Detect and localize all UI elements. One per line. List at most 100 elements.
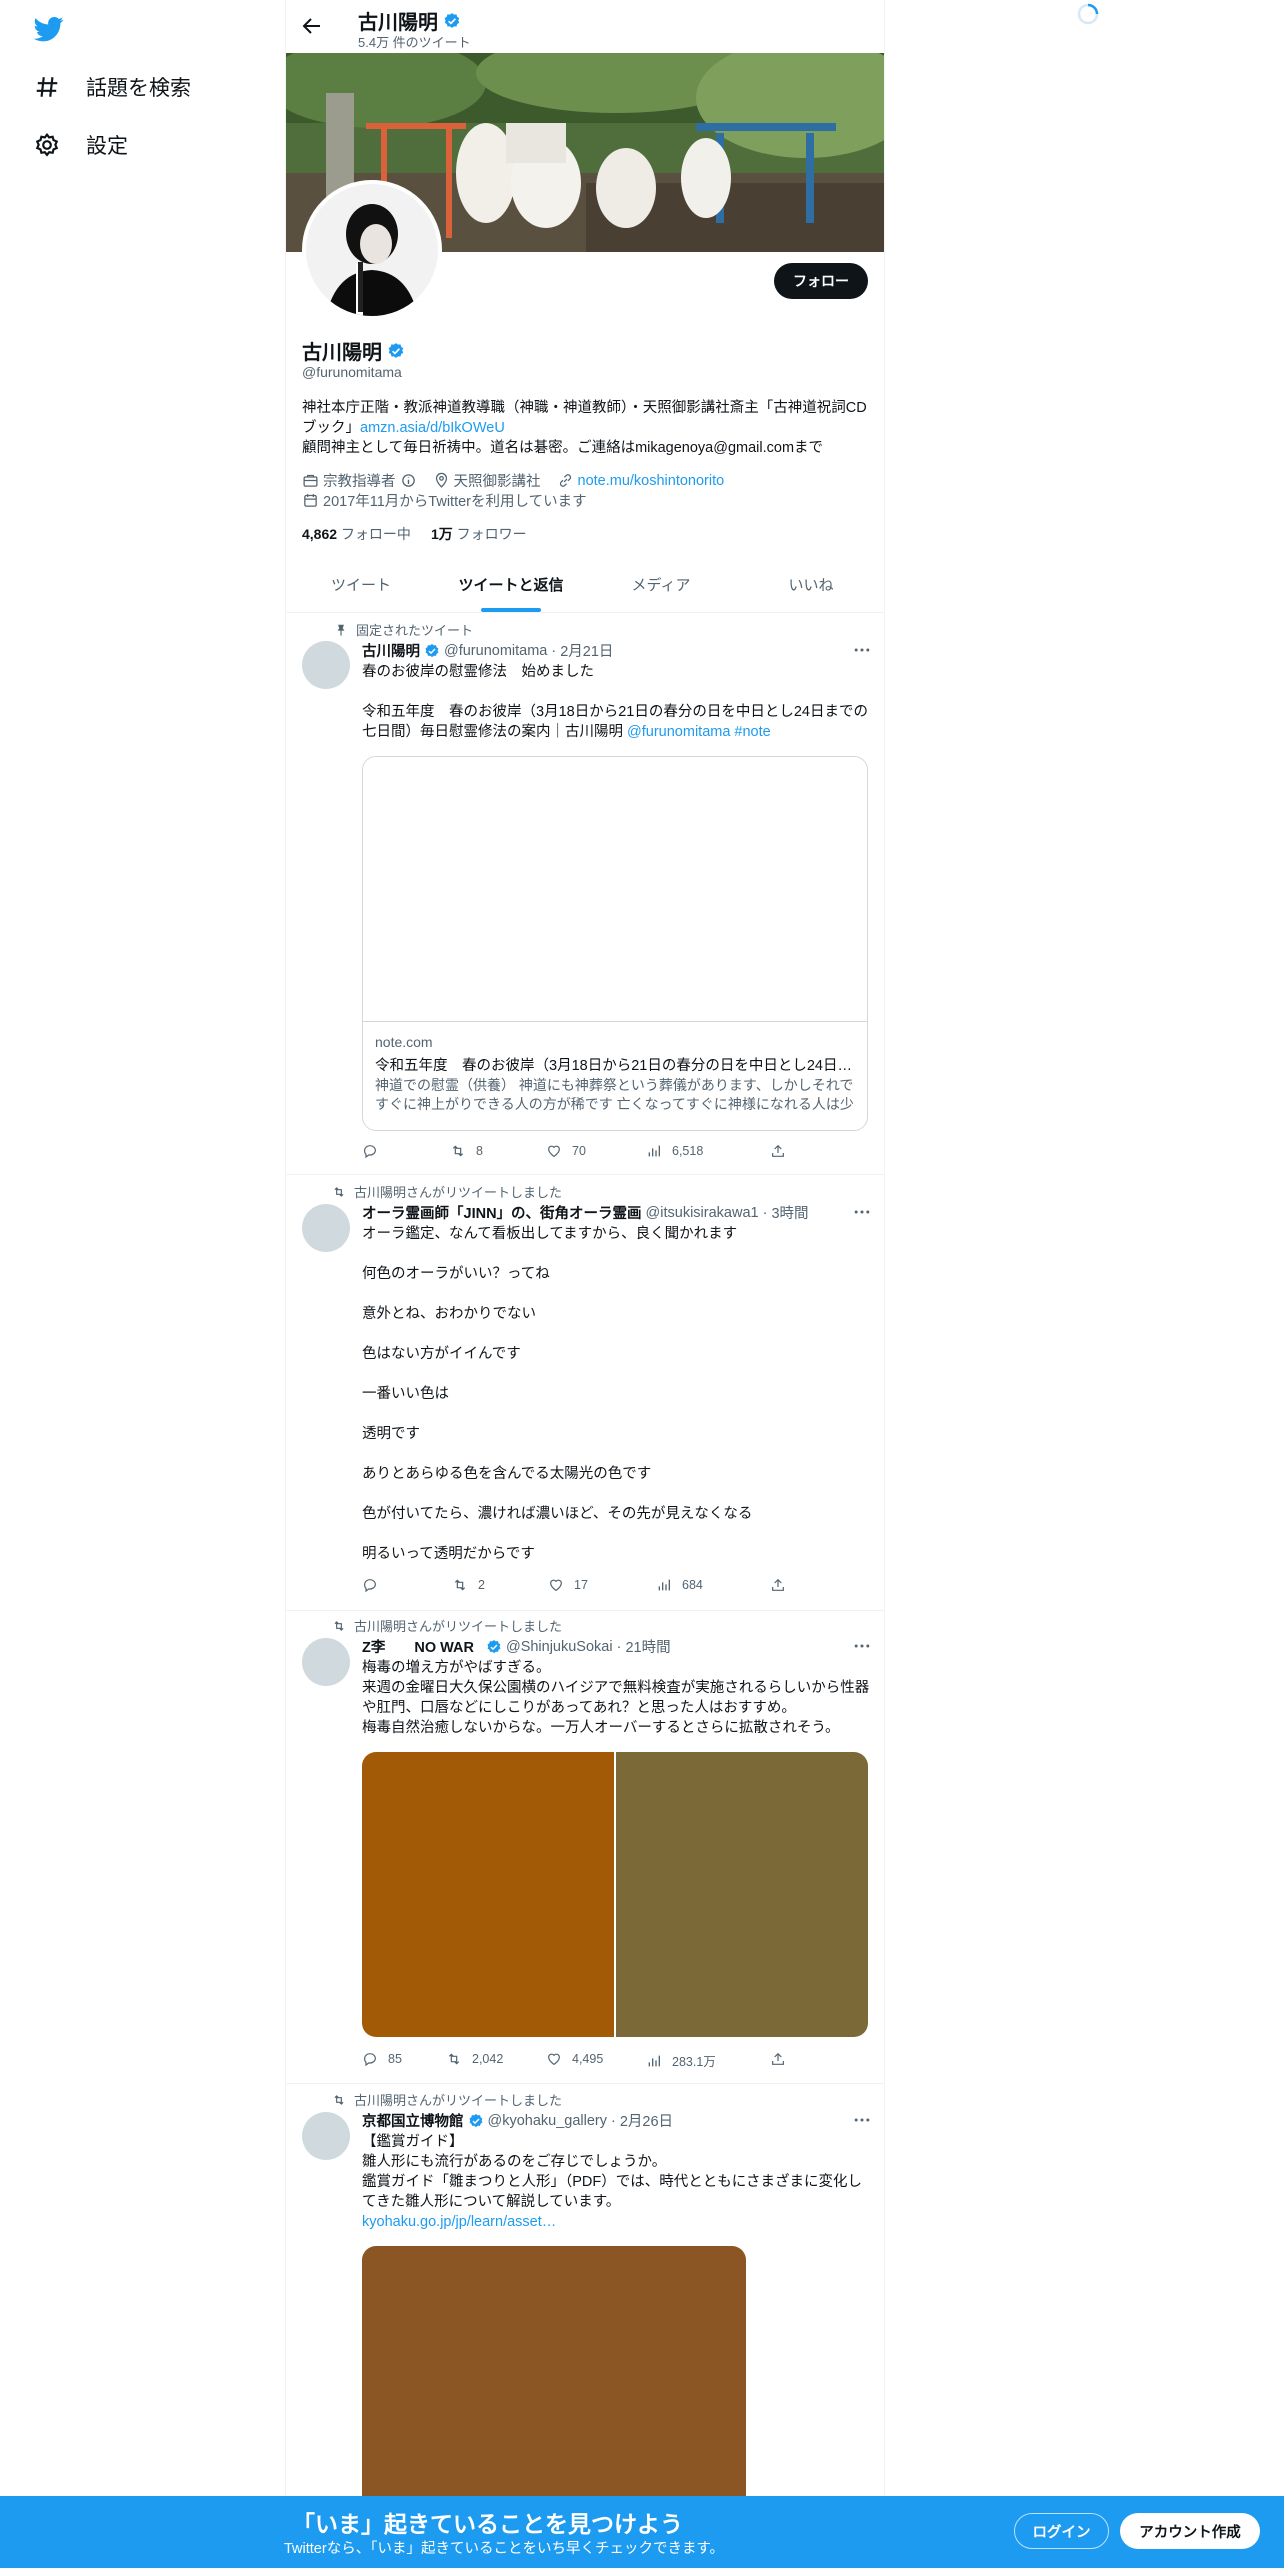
tab-tweets-and-replies[interactable]: ツイートと返信 [436,556,586,612]
profile-column: 古川陽明 5.4万 件のツイート フォロー 古川陽明 @furunomitama… [285,0,885,2568]
back-arrow-icon[interactable] [300,14,324,38]
tweet-media-grid[interactable] [362,1752,868,2037]
tweet-text: 梅毒の増え方がやばすぎる。 来週の金曜日大久保公園横のハイジアで無料検査が実施さ… [362,1658,872,1738]
following-link[interactable]: 4,862 フォロー中 [302,524,411,544]
tweet-image[interactable] [616,1752,868,2037]
tweet-line: 一番いい色は [362,1386,449,1402]
retweet-count: 2 [478,1578,485,1592]
tweet-timestamp[interactable]: 2月21日 [560,640,613,661]
link-preview-card[interactable]: note.com 令和五年度 春のお彼岸（3月18日から21日の春分の日を中日と… [362,756,868,1131]
profile-website-link[interactable]: note.mu/koshintonorito [578,473,725,489]
tweet-image[interactable] [362,1752,614,2037]
tweet-retweeted[interactable]: 古川陽明さんがリツイートしました オーラ霊画師「JINN」の、街角オーラ霊画 @… [286,1175,884,1611]
retweet-icon [334,1186,344,1197]
retweet-count: 2,042 [472,2052,504,2066]
tweet-timestamp[interactable]: 2月26日 [620,2110,673,2131]
hashtag-icon [36,77,58,97]
tweet-mention-link[interactable]: @furunomitama #note [627,724,771,740]
card-domain: note.com [375,1034,433,1050]
sidebar-item-label: 設定 [86,135,128,158]
like-button[interactable]: 4,495 [546,2051,603,2067]
views-chart-icon [648,2055,660,2066]
followers-link[interactable]: 1万 フォロワー [431,524,527,544]
signup-banner-title: 「いま」起きていることを見つけよう [292,2511,683,2537]
share-button[interactable] [770,2051,786,2067]
avatar[interactable] [302,641,350,689]
tweet-actions: 8 70 6,518 [362,1143,802,1163]
tweet-author-handle[interactable]: @itsukisirakawa1 [646,1205,759,1221]
retweet-button[interactable]: 8 [450,1143,483,1159]
tweet-pinned[interactable]: 固定されたツイート 古川陽明 @furunomitama · 2月21日 春のお… [286,613,884,1175]
tweet-author-handle[interactable]: @kyohaku_gallery [488,2113,608,2129]
separator-dot: · [611,2112,616,2129]
sidebar-item-settings[interactable]: 設定 [34,130,128,160]
more-options-icon[interactable] [852,640,872,660]
verified-badge-icon [387,342,405,360]
tweet-timestamp[interactable]: 3時間 [771,1202,808,1223]
like-button[interactable]: 17 [548,1577,588,1593]
retweet-button[interactable]: 2 [452,1577,485,1593]
signup-button[interactable]: アカウント作成 [1120,2513,1260,2549]
reply-button[interactable] [362,1143,388,1159]
link-icon [559,474,571,487]
share-button[interactable] [770,1143,786,1159]
profile-name-row: 古川陽明 [302,336,405,365]
share-icon [772,2052,784,2065]
tab-likes[interactable]: いいね [736,556,884,612]
avatar[interactable] [302,2112,350,2160]
more-options-icon[interactable] [852,1636,872,1656]
profile-category: 宗教指導者 [323,474,396,490]
signup-banner: 「いま」起きていることを見つけよう Twitterなら、「いま」起きていることを… [0,2496,1284,2568]
views-button[interactable]: 283.1万 [646,2051,716,2070]
avatar[interactable] [302,1204,350,1252]
retweet-count: 8 [476,1144,483,1158]
tweet-author-handle[interactable]: @ShinjukuSokai [506,1639,613,1655]
separator-dot: · [551,642,557,659]
info-icon[interactable] [400,472,417,489]
tweet-author-name[interactable]: 古川陽明 [362,640,420,661]
login-button[interactable]: ログイン [1014,2513,1109,2549]
tweet-author-name[interactable]: 京都国立博物館 [362,2110,464,2131]
header-name: 古川陽明 [358,12,438,34]
more-options-icon[interactable] [852,1202,872,1222]
tab-media[interactable]: メディア [586,556,736,612]
tweet-retweeted[interactable]: 古川陽明さんがリツイートしました Z李 NO WAR @ShinjukuSoka… [286,1611,884,2084]
pin-icon [337,624,345,636]
reply-button[interactable]: 85 [362,2051,402,2067]
tweet-author-name[interactable]: オーラ霊画師「JINN」の、街角オーラ霊画 [362,1202,642,1223]
tab-tweets[interactable]: ツイート [286,556,436,612]
tweet-line: 来週の金曜日大久保公園横のハイジアで無料検査が実施されるらしいから性器や肛門、口… [362,1680,870,1716]
tweet-line: 春のお彼岸の慰霊修法 始めました [362,664,594,680]
retweet-button[interactable]: 2,042 [446,2051,503,2067]
share-button[interactable] [770,1577,786,1593]
briefcase-icon [303,474,318,487]
more-options-icon[interactable] [852,2110,872,2130]
follow-button[interactable]: フォロー [774,263,868,299]
tweet-context: 古川陽明さんがリツイートしました [332,2090,562,2109]
tweet-line: 透明です [362,1426,420,1442]
tweet-timestamp[interactable]: 21時間 [625,1636,670,1657]
retweet-icon [334,2094,344,2105]
views-button[interactable]: 6,518 [646,1143,703,1159]
loading-spinner-icon [1077,3,1099,25]
tweet-line: 色が付いてたら、濃ければ濃いほど、その先が見えなくなる [362,1506,753,1522]
profile-avatar[interactable] [302,180,442,320]
view-count: 283.1万 [672,2055,716,2069]
tweet-author-handle[interactable]: @furunomitama [444,643,547,659]
tweet-link[interactable]: kyohaku.go.jp/jp/learn/asset… [362,2212,872,2232]
tweet-line: 鑑賞ガイド「雛まつりと人形」（PDF）では、時代とともにさまざまに変化してきた雛… [362,2174,862,2210]
tweet-line: 何色のオーラがいい？ってね [362,1266,550,1282]
like-button[interactable]: 70 [546,1143,586,1159]
twitter-logo-icon[interactable] [34,14,64,44]
bio-link[interactable]: amzn.asia/d/bIkOWeU [360,420,505,436]
tweet-context-label: 古川陽明さんがリツイートしました [354,2093,563,2108]
avatar[interactable] [302,1638,350,1686]
tweet-author-name[interactable]: Z李 NO WAR [362,1636,474,1657]
tweet-context-label: 固定されたツイート [356,623,474,638]
like-count: 70 [572,1144,586,1158]
reply-button[interactable] [362,1577,388,1593]
sidebar-item-explore[interactable]: 話題を検索 [34,72,191,102]
gear-icon [35,132,59,157]
views-button[interactable]: 684 [656,1577,703,1593]
tweet-line: 【鑑賞ガイド】 [362,2134,464,2150]
